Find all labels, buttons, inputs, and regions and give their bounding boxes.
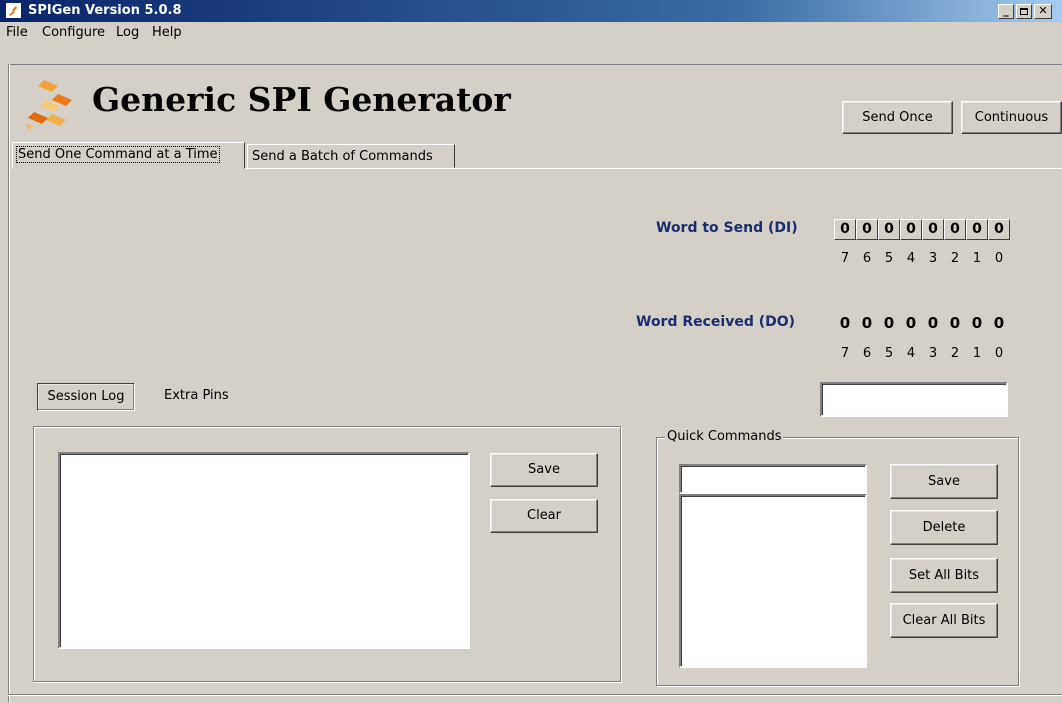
received-bit-number: 5: [884, 346, 894, 361]
quick-commands-list[interactable]: [679, 494, 867, 668]
received-bit-number: 2: [950, 346, 960, 361]
send-bit-toggle[interactable]: 0: [988, 219, 1010, 240]
send-bit-toggle[interactable]: 0: [856, 219, 878, 240]
session-clear-label: Clear: [527, 508, 561, 523]
menu-configure[interactable]: Configure: [42, 25, 105, 40]
word-value-field[interactable]: [820, 382, 1008, 417]
send-bit-toggle[interactable]: 0: [966, 219, 988, 240]
session-log-tab[interactable]: Session Log: [37, 383, 135, 411]
menu-log[interactable]: Log: [116, 25, 139, 40]
maximize-button[interactable]: [1016, 4, 1032, 19]
continuous-button[interactable]: Continuous: [961, 101, 1062, 134]
received-bit-value: 0: [971, 314, 983, 332]
send-bit-number: 6: [862, 251, 872, 266]
send-once-label: Send Once: [862, 110, 933, 125]
tab-send-batch[interactable]: Send a Batch of Commands: [247, 144, 455, 168]
word-received-label: Word Received (DO): [636, 314, 796, 330]
quick-delete-label: Delete: [922, 520, 966, 535]
received-bit-number: 3: [928, 346, 938, 361]
menu-bar: File Configure Log Help: [0, 22, 1062, 42]
received-bit-number: 4: [906, 346, 916, 361]
received-bit-number: 7: [840, 346, 850, 361]
set-all-bits-label: Set All Bits: [908, 568, 980, 583]
received-bit-number: 1: [972, 346, 982, 361]
word-to-send-label: Word to Send (DI): [656, 220, 798, 236]
received-bit-value: 0: [839, 314, 851, 332]
session-clear-button[interactable]: Clear: [490, 499, 598, 533]
status-bar-edge: [8, 694, 1062, 696]
tab-send-one-label: Send One Command at a Time: [16, 146, 220, 163]
quick-delete-button[interactable]: Delete: [890, 510, 998, 545]
quick-command-input[interactable]: [679, 464, 867, 494]
tab-panel-edge: [245, 168, 1062, 169]
send-bit-number: 5: [884, 251, 894, 266]
send-bit-toggle[interactable]: 0: [944, 219, 966, 240]
received-bit-number: 6: [862, 346, 872, 361]
tab-send-one[interactable]: Send One Command at a Time: [12, 142, 245, 169]
menu-file[interactable]: File: [6, 25, 28, 40]
received-bit-number: 0: [994, 346, 1004, 361]
close-button[interactable]: ✕: [1034, 4, 1052, 19]
received-bit-value: 0: [861, 314, 873, 332]
send-bit-number: 4: [906, 251, 916, 266]
send-bit-number: 0: [994, 251, 1004, 266]
client-edge-left: [8, 64, 10, 702]
received-bit-value: 0: [993, 314, 1005, 332]
minimize-button[interactable]: _: [998, 4, 1014, 19]
app-icon: [6, 3, 21, 18]
send-bit-number: 7: [840, 251, 850, 266]
tab-send-batch-label: Send a Batch of Commands: [252, 149, 433, 164]
menu-help[interactable]: Help: [152, 25, 182, 40]
send-bit-toggle[interactable]: 0: [922, 219, 944, 240]
clear-all-bits-button[interactable]: Clear All Bits: [890, 603, 998, 638]
received-bit-value: 0: [883, 314, 895, 332]
quick-save-button[interactable]: Save: [890, 464, 998, 499]
received-bit-value: 0: [905, 314, 917, 332]
session-save-button[interactable]: Save: [490, 453, 598, 487]
clear-all-bits-label: Clear All Bits: [902, 613, 986, 628]
received-bit-value: 0: [927, 314, 939, 332]
session-log-textarea[interactable]: [58, 452, 470, 649]
send-bit-number: 3: [928, 251, 938, 266]
send-bit-number: 1: [972, 251, 982, 266]
quick-save-label: Save: [928, 474, 960, 489]
send-bit-toggle[interactable]: 0: [834, 219, 856, 240]
send-bit-number: 2: [950, 251, 960, 266]
session-log-tab-label: Session Log: [47, 389, 125, 404]
extra-pins-tab[interactable]: Extra Pins: [164, 388, 229, 403]
continuous-label: Continuous: [974, 110, 1049, 125]
quick-commands-label: Quick Commands: [665, 429, 784, 444]
send-once-button[interactable]: Send Once: [842, 101, 953, 134]
logo-icon: [26, 80, 72, 130]
set-all-bits-button[interactable]: Set All Bits: [890, 558, 998, 593]
app-heading: Generic SPI Generator: [92, 80, 511, 119]
client-edge-top: [8, 64, 1062, 65]
send-bit-toggle[interactable]: 0: [900, 219, 922, 240]
session-save-label: Save: [528, 462, 560, 477]
received-bit-value: 0: [949, 314, 961, 332]
send-bit-toggle[interactable]: 0: [878, 219, 900, 240]
window-title: SPIGen Version 5.0.8: [28, 3, 182, 18]
